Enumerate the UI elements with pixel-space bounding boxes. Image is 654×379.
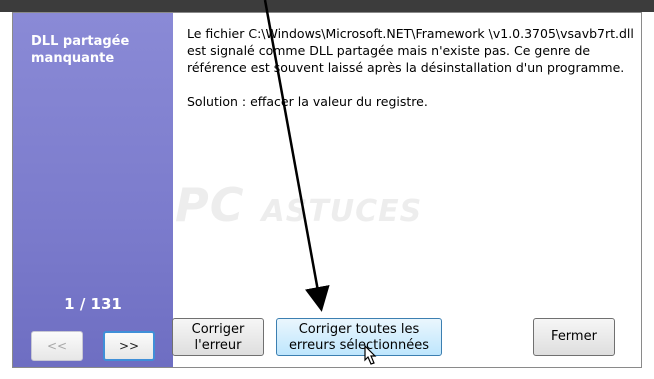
watermark-text-big: PC [175, 178, 245, 232]
window-chrome-top [0, 0, 654, 12]
fix-error-label-1: Corriger [191, 322, 245, 337]
close-button[interactable]: Fermer [533, 318, 615, 356]
fix-error-label-2: l'erreur [194, 338, 242, 353]
sidebar: DLL partagée manquante 1 / 131 << >> [13, 13, 173, 367]
solution-text: Solution : effacer la valeur du registre… [187, 94, 428, 109]
error-category-title: DLL partagée manquante [31, 34, 130, 66]
watermark-text-small: ASTUCES [261, 194, 423, 229]
fix-error-button[interactable]: Corriger l'erreur [172, 318, 264, 356]
error-counter: 1 / 131 [64, 295, 122, 313]
watermark-logo: PC ASTUCES [175, 178, 422, 232]
next-button[interactable]: >> [103, 331, 155, 361]
error-description: Le fichier C:\Windows\Microsoft.NET\Fram… [187, 26, 634, 75]
error-details: Le fichier C:\Windows\Microsoft.NET\Fram… [187, 25, 637, 110]
fix-all-label-1: Corriger toutes les [298, 322, 420, 337]
previous-button[interactable]: << [31, 331, 83, 361]
mouse-cursor-icon [364, 345, 377, 365]
